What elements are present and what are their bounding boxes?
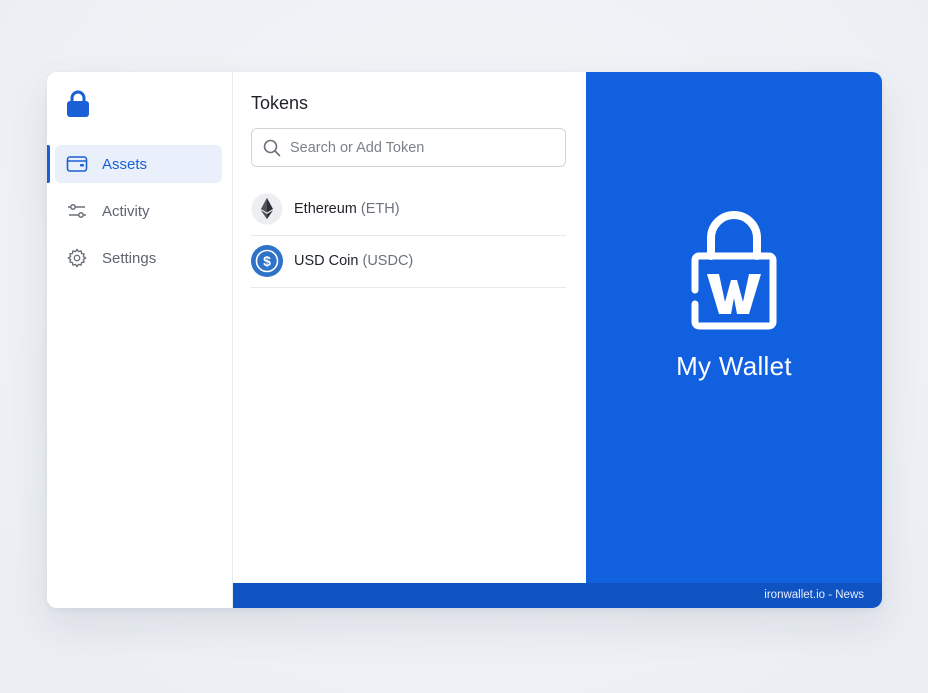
sidebar-item-assets[interactable]: Assets (47, 145, 233, 183)
token-symbol: (USDC) (362, 253, 414, 269)
token-label: Ethereum (ETH) (294, 201, 400, 217)
search-box (251, 128, 566, 167)
token-row-ethereum[interactable]: Ethereum (ETH) (251, 184, 566, 236)
wallet-icon (66, 156, 88, 172)
sidebar-item-label: Assets (102, 156, 148, 173)
sidebar-item-activity[interactable]: Activity (47, 192, 233, 230)
transfer-arrows-icon (68, 204, 86, 218)
svg-text:$: $ (263, 253, 271, 269)
sidebar-item-label: Settings (102, 250, 157, 267)
footer-bar: ironwallet.io - News (233, 583, 882, 608)
app-stage: Assets Activity Settings Tokens Search o… (0, 0, 928, 693)
sidebar-item-label: Activity (102, 203, 150, 220)
wallet-lock-logo-icon (691, 211, 777, 330)
usdc-icon: $ (251, 245, 283, 277)
token-name: USD Coin (294, 253, 359, 269)
brand-panel: My Wallet (586, 72, 882, 583)
gear-icon (67, 248, 87, 268)
token-symbol: (ETH) (360, 201, 400, 217)
page-title: Tokens (251, 93, 309, 113)
tokens-panel: Tokens Ethereum (ETH) (233, 72, 586, 608)
wallet-window: Assets Activity Settings Tokens Search o… (47, 72, 882, 608)
sidebar: Assets Activity Settings (47, 72, 233, 608)
token-name: Ethereum (294, 201, 357, 217)
token-label: USD Coin (USDC) (294, 253, 413, 269)
lock-icon (67, 90, 89, 117)
search-icon (263, 139, 281, 157)
footer-link[interactable]: ironwallet.io - News (764, 589, 864, 601)
token-row-usdc[interactable]: $ USD Coin (USDC) (251, 236, 566, 288)
ethereum-icon (251, 193, 283, 225)
search-input[interactable] (290, 129, 560, 166)
sidebar-item-settings[interactable]: Settings (47, 239, 233, 277)
brand-title: My Wallet (676, 351, 792, 381)
active-indicator (47, 145, 50, 183)
